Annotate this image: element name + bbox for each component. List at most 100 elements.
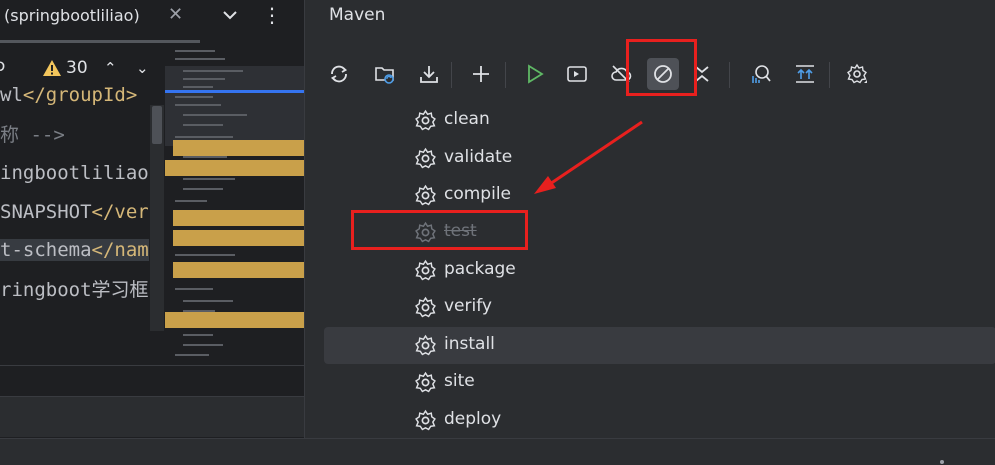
code-token: 称 --> (0, 124, 65, 146)
code-token: </ver (91, 201, 149, 223)
code-line[interactable]: t-schema</nam (0, 235, 149, 265)
minimap-line (183, 70, 243, 72)
lifecycle-item-deploy[interactable]: deploy (324, 402, 995, 439)
editor-bottom-panel (0, 397, 304, 437)
lifecycle-item-label: site (444, 371, 475, 391)
minimap-highlight (165, 312, 304, 328)
code-token: SNAPSHOT (0, 201, 92, 223)
code-line[interactable]: ringboot学习框 (0, 275, 149, 305)
status-bar (0, 438, 995, 465)
maven-title: Maven (329, 5, 386, 25)
add-icon[interactable] (465, 58, 497, 90)
execute-goal-icon[interactable] (561, 58, 593, 90)
code-line[interactable]: SNAPSHOT</ver (0, 197, 149, 227)
minimap-line (183, 178, 235, 180)
lifecycle-item-label: install (444, 334, 495, 354)
code-token: t-schema (0, 239, 92, 261)
annotation-arrow (534, 120, 643, 194)
gear-icon (414, 409, 437, 432)
code-line[interactable]: wl</groupId> (0, 80, 137, 110)
minimap-highlight (173, 140, 304, 156)
toolbar-separator (505, 62, 506, 88)
status-indicator-icon (940, 460, 944, 464)
minimap-caret-line (165, 90, 304, 93)
code-line[interactable]: 称 --> (0, 120, 65, 150)
previous-warning-icon[interactable]: ⌃ (104, 59, 117, 77)
minimap-line (183, 344, 223, 346)
minimap-highlight (173, 230, 304, 246)
minimap-highlight (173, 210, 304, 226)
lifecycle-item-label: clean (444, 109, 490, 129)
minimap-line (175, 354, 209, 356)
warning-count: 30 (66, 58, 88, 78)
code-line[interactable]: ingbootliliao (0, 158, 149, 188)
editor-scrollbar-thumb[interactable] (152, 106, 162, 144)
divider (0, 365, 304, 366)
lifecycle-item-verify[interactable]: verify (324, 289, 995, 326)
code-token: </groupId> (22, 84, 138, 106)
lifecycle-item-compile[interactable]: compile (324, 177, 995, 214)
minimap-line (175, 96, 213, 98)
lifecycle-item-label: verify (444, 296, 492, 316)
minimap-line (175, 104, 221, 106)
more-options-icon[interactable]: ⋮ (262, 3, 282, 27)
gear-icon (414, 259, 437, 282)
lifecycle-item-install[interactable]: install (324, 327, 995, 364)
minimap-line (183, 300, 233, 302)
analyze-dependencies-icon[interactable] (745, 58, 777, 90)
lifecycle-item-label: compile (444, 184, 512, 204)
tab-scroll-indicator (0, 40, 200, 43)
code-minimap[interactable] (165, 44, 304, 366)
gear-icon (414, 296, 437, 319)
minimap-line (175, 58, 225, 60)
lifecycle-item-package[interactable]: package (324, 252, 995, 289)
gear-icon (414, 334, 437, 357)
gear-icon (414, 147, 437, 170)
minimap-line (183, 334, 213, 336)
toolbar-separator (451, 62, 452, 88)
settings-icon[interactable] (841, 58, 873, 90)
minimap-line (175, 254, 235, 256)
minimap-line (175, 50, 215, 52)
highlight-box-test-goal (351, 210, 528, 250)
gear-icon (414, 184, 437, 207)
code-token: ingbootliliao (0, 162, 149, 184)
minimap-line (175, 200, 207, 202)
editor-tab-title[interactable]: (springbootliliao) (4, 6, 140, 25)
minimap-line (183, 156, 227, 158)
toolbar-separator (829, 62, 830, 88)
minimap-line (183, 86, 213, 88)
code-editor[interactable]: (springbootliliao) ✕ ⋮ ɔ 30 ⌃ ⌄ wl</grou… (0, 0, 304, 465)
minimap-line (183, 124, 223, 126)
lifecycle-item-clean[interactable]: clean (324, 102, 995, 139)
lifecycle-item-site[interactable]: site (324, 364, 995, 401)
show-dependencies-icon[interactable] (789, 58, 821, 90)
highlight-box-skip-tests (626, 39, 697, 96)
minimap-line (175, 288, 213, 290)
minimap-line (183, 114, 247, 116)
code-token: wl (0, 84, 23, 106)
chevron-down-icon[interactable] (220, 4, 240, 26)
minimap-highlight (173, 262, 304, 278)
lifecycle-item-label: validate (444, 147, 513, 167)
editor-tab-bar: (springbootliliao) ✕ ⋮ (0, 0, 304, 34)
lifecycle-item-label: deploy (444, 409, 502, 429)
gear-icon (414, 109, 437, 132)
next-warning-icon[interactable]: ⌄ (136, 59, 149, 77)
code-token: </nam (91, 239, 149, 261)
run-icon[interactable] (519, 58, 551, 90)
minimap-highlight (165, 160, 304, 176)
refresh-icon[interactable]: ɔ (0, 56, 5, 76)
generate-sources-icon[interactable] (369, 58, 401, 90)
download-icon[interactable] (413, 58, 445, 90)
lifecycle-item-label: package (444, 259, 516, 279)
code-token: ringboot学习框 (0, 279, 149, 301)
lifecycle-item-validate[interactable]: validate (324, 140, 995, 177)
minimap-line (183, 188, 223, 190)
close-tab-icon[interactable]: ✕ (168, 4, 183, 25)
reload-all-icon[interactable] (323, 58, 355, 90)
toolbar-separator (729, 62, 730, 88)
minimap-line (175, 136, 233, 138)
minimap-line (183, 78, 225, 80)
warning-icon (42, 59, 62, 77)
